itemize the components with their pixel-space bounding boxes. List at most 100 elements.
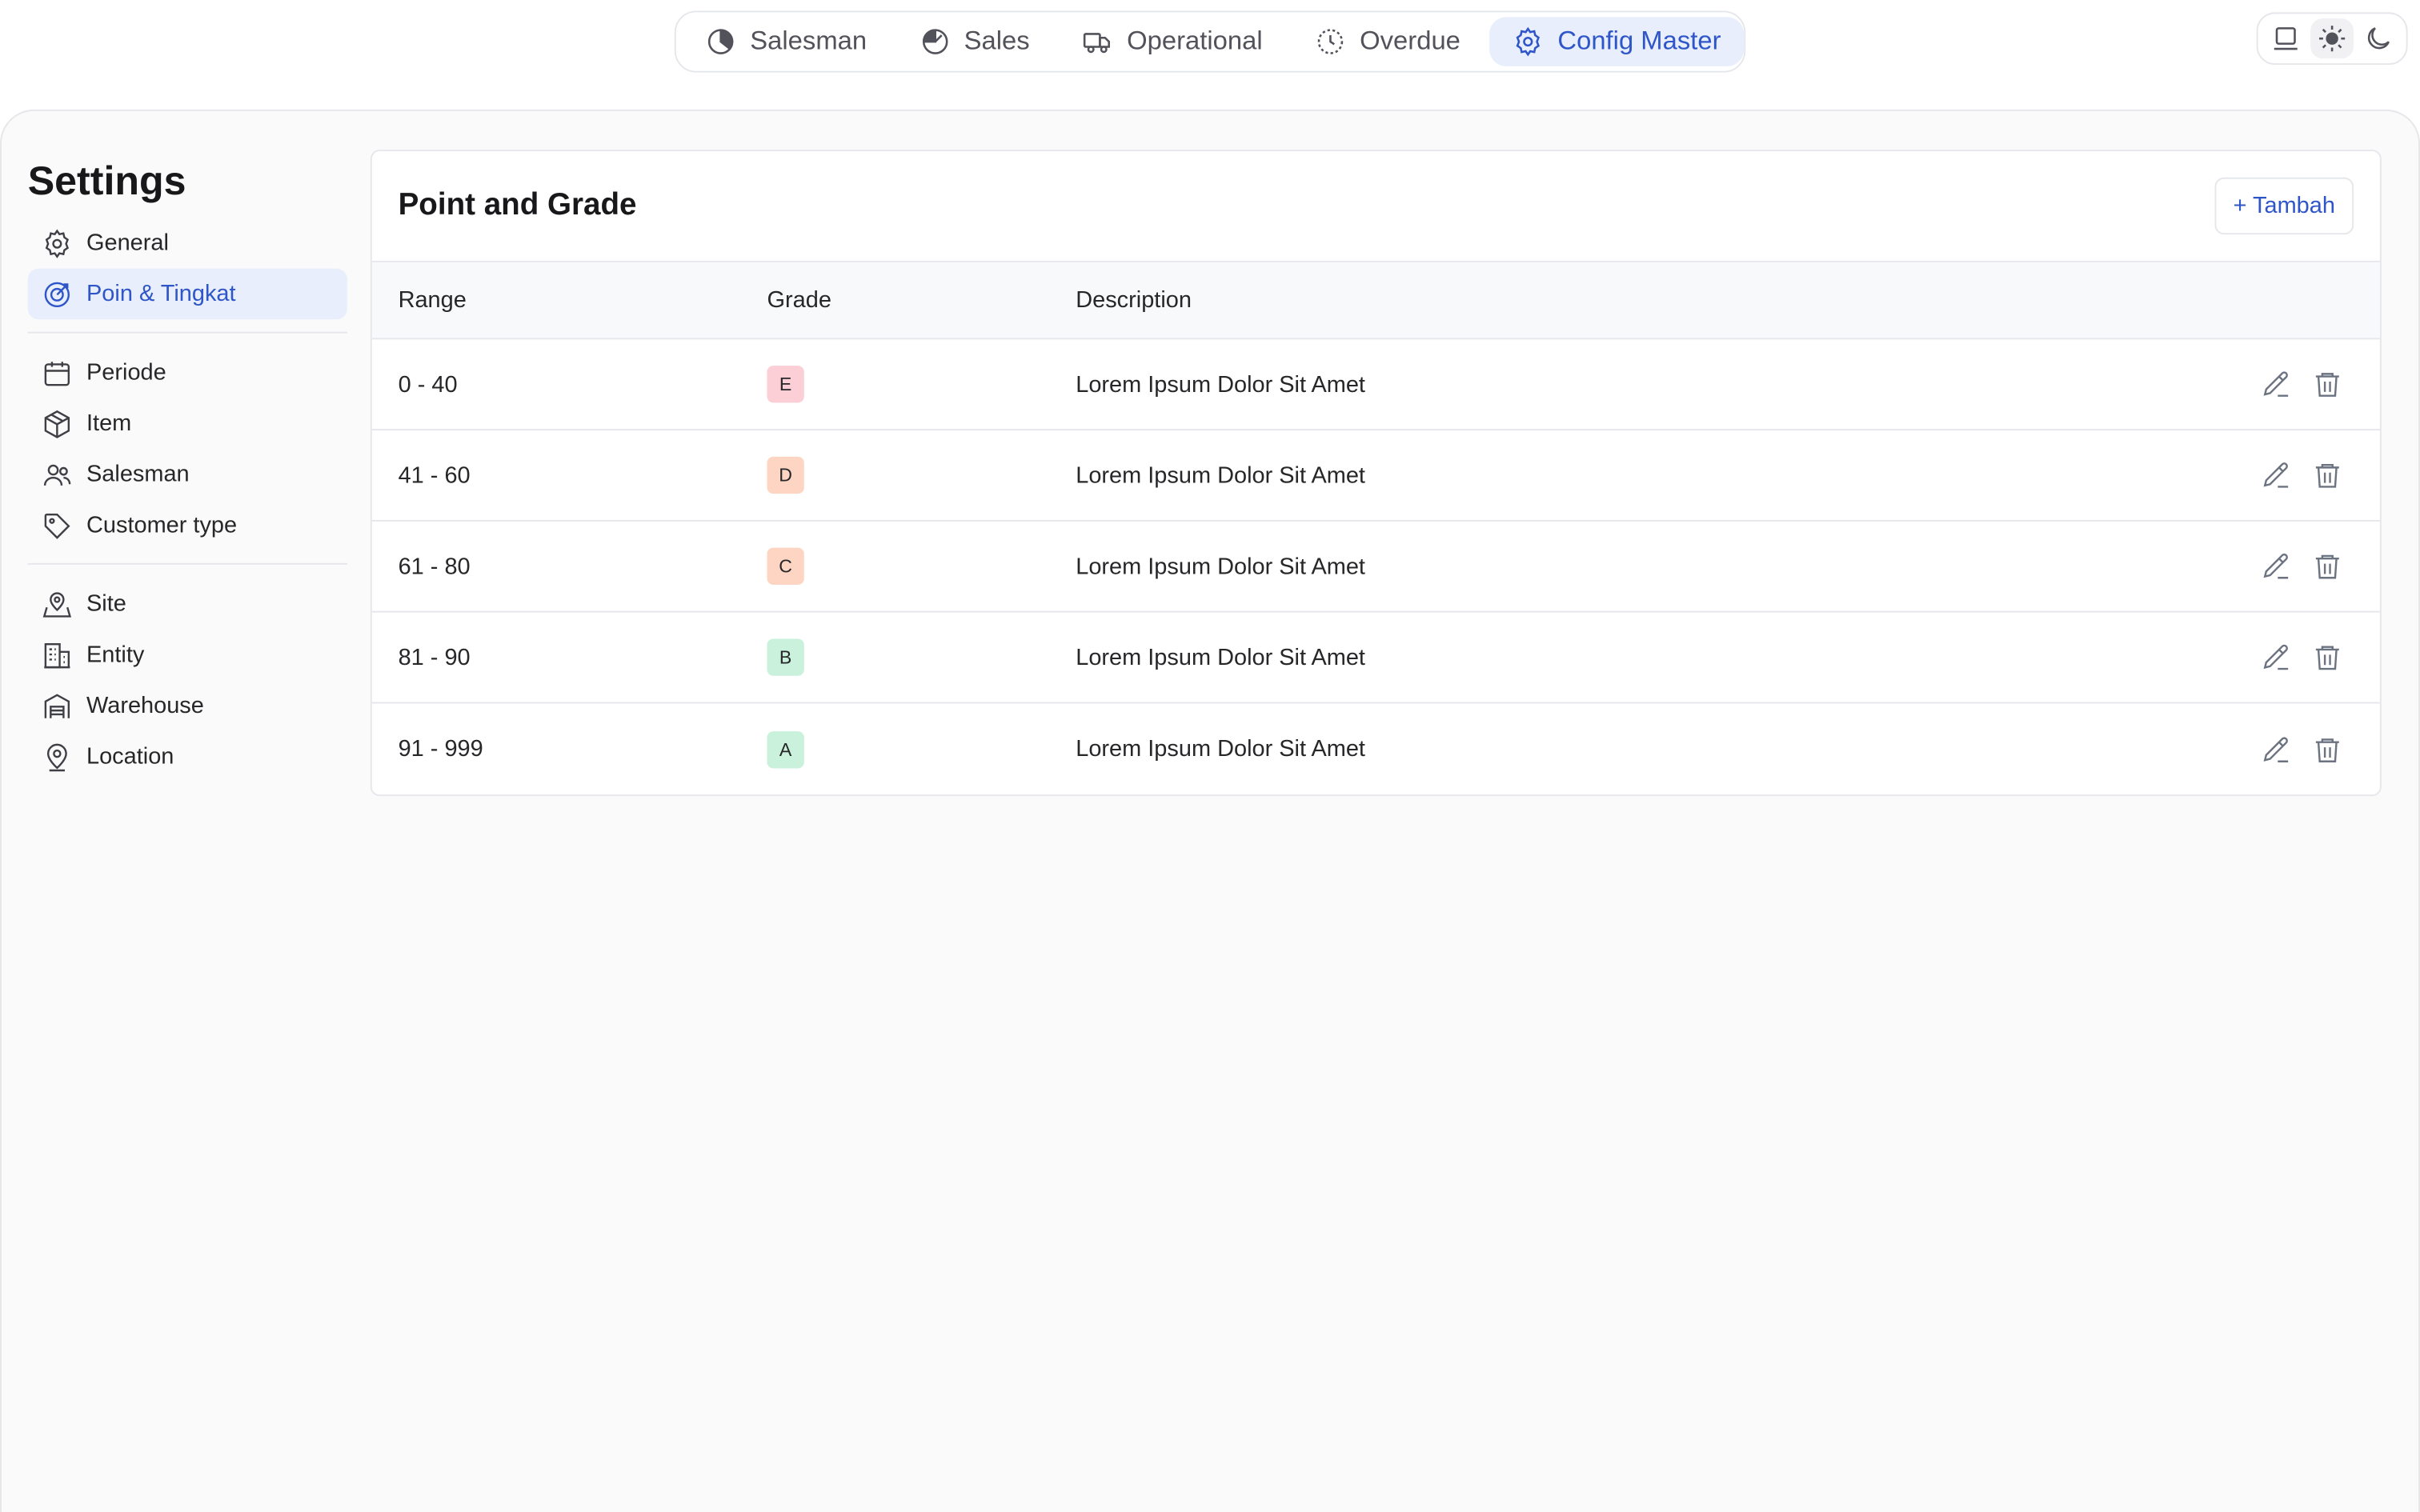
table-header: Range Grade Description <box>371 262 2380 340</box>
nav-tab-config-master[interactable]: Config Master <box>1489 17 1745 66</box>
range-cell: 91 - 999 <box>398 735 483 762</box>
location-icon <box>46 742 67 771</box>
target-icon <box>44 281 70 307</box>
delete-button[interactable] <box>2312 551 2343 582</box>
edit-button[interactable] <box>2261 734 2292 765</box>
row-actions <box>2261 551 2342 582</box>
settings-sidebar: General Poin & Tingkat Periode Item Sale… <box>27 218 347 782</box>
users-icon <box>43 463 71 486</box>
sidebar-item-label: General <box>86 230 169 257</box>
grade-badge: C <box>767 547 804 585</box>
moon-icon <box>2367 27 2390 50</box>
range-cell: 0 - 40 <box>398 370 458 398</box>
sidebar-item-salesman[interactable]: Salesman <box>28 449 347 500</box>
clock-icon <box>1317 29 1344 54</box>
page-title: Settings <box>27 157 186 204</box>
nav-tab-label: Salesman <box>750 26 867 56</box>
grade-badge: B <box>767 638 804 676</box>
sidebar-item-entity[interactable]: Entity <box>28 630 347 681</box>
sidebar-item-site[interactable]: Site <box>28 578 347 630</box>
point-grade-card: Point and Grade + Tambah Range Grade Des… <box>370 150 2382 797</box>
nav-tab-salesman[interactable]: Salesman <box>682 17 890 66</box>
nav-tab-operational[interactable]: Operational <box>1059 17 1285 66</box>
pie-chart-icon <box>707 29 734 54</box>
row-actions <box>2261 460 2342 491</box>
pencil-icon <box>2263 644 2289 670</box>
sidebar-divider <box>27 562 347 565</box>
edit-button[interactable] <box>2261 551 2292 582</box>
card-title: Point and Grade <box>398 188 637 222</box>
sidebar-item-location[interactable]: Location <box>28 731 347 782</box>
row-actions <box>2261 734 2342 765</box>
delete-button[interactable] <box>2312 642 2343 673</box>
edit-button[interactable] <box>2261 369 2292 400</box>
column-header-description: Description <box>1076 286 1192 314</box>
trash-icon <box>2315 646 2339 670</box>
theme-dark-button[interactable] <box>2357 18 2400 58</box>
pencil-icon <box>2263 736 2289 762</box>
nav-tab-label: Config Master <box>1557 26 1721 56</box>
card-header: Point and Grade + Tambah <box>371 151 2380 262</box>
grade-cell: C <box>767 547 804 585</box>
tag-icon <box>44 513 70 538</box>
delete-button[interactable] <box>2312 369 2343 400</box>
range-cell: 81 - 90 <box>398 644 471 670</box>
gauge-icon <box>922 29 948 54</box>
grade-cell: A <box>767 730 804 768</box>
settings-panel: Settings General Poin & Tingkat Periode … <box>0 109 2420 1512</box>
sidebar-item-label: Site <box>86 590 126 618</box>
table-body: 0 - 40 E Lorem Ipsum Dolor Sit Amet 41 -… <box>371 339 2380 794</box>
nav-tab-label: Overdue <box>1360 26 1460 56</box>
table-row: 41 - 60 D Lorem Ipsum Dolor Sit Amet <box>371 430 2380 522</box>
nav-tab-label: Operational <box>1127 26 1263 56</box>
edit-button[interactable] <box>2261 642 2292 673</box>
add-button[interactable]: + Tambah <box>2214 177 2354 235</box>
trash-icon <box>2315 738 2339 762</box>
theme-switcher <box>2256 12 2408 66</box>
trash-icon <box>2315 373 2339 397</box>
grade-badge: A <box>767 730 804 768</box>
map-pin-icon <box>42 591 72 617</box>
sidebar-item-general[interactable]: General <box>28 218 347 269</box>
table-row: 0 - 40 E Lorem Ipsum Dolor Sit Amet <box>371 339 2380 431</box>
sidebar-item-label: Item <box>86 410 132 437</box>
delete-button[interactable] <box>2312 460 2343 491</box>
sidebar-item-label: Warehouse <box>86 692 204 719</box>
description-cell: Lorem Ipsum Dolor Sit Amet <box>1076 735 1365 762</box>
sidebar-item-periode[interactable]: Periode <box>28 347 347 398</box>
sidebar-item-warehouse[interactable]: Warehouse <box>28 681 347 732</box>
sidebar-item-label: Entity <box>86 642 145 669</box>
delete-button[interactable] <box>2312 734 2343 765</box>
top-nav: Salesman Sales Operational Overdue Confi… <box>674 10 1746 73</box>
sidebar-item-customer-type[interactable]: Customer type <box>28 500 347 551</box>
nav-tab-sales[interactable]: Sales <box>896 17 1053 66</box>
grade-cell: B <box>767 638 804 676</box>
box-icon <box>44 409 70 438</box>
range-cell: 41 - 60 <box>398 462 471 489</box>
row-actions <box>2261 642 2342 673</box>
description-cell: Lorem Ipsum Dolor Sit Amet <box>1076 644 1365 670</box>
theme-light-button[interactable] <box>2310 18 2354 59</box>
building-icon <box>44 642 70 668</box>
gear-icon <box>1517 26 1541 57</box>
table-row: 61 - 80 C Lorem Ipsum Dolor Sit Amet <box>371 522 2380 613</box>
sun-icon <box>2319 26 2346 52</box>
grade-cell: E <box>767 366 804 403</box>
sidebar-item-item[interactable]: Item <box>28 398 347 450</box>
pencil-icon <box>2263 553 2289 579</box>
sidebar-item-label: Poin & Tingkat <box>86 281 236 307</box>
column-header-range: Range <box>398 286 467 314</box>
theme-system-button[interactable] <box>2264 18 2307 58</box>
column-header-grade: Grade <box>767 286 831 314</box>
row-actions <box>2261 369 2342 400</box>
nav-tab-overdue[interactable]: Overdue <box>1292 17 1484 66</box>
calendar-icon <box>44 361 70 386</box>
edit-button[interactable] <box>2261 460 2292 491</box>
sidebar-item-poin-tingkat[interactable]: Poin & Tingkat <box>27 268 347 320</box>
sidebar-divider <box>27 331 347 334</box>
app-window: Salesman Sales Operational Overdue Confi… <box>0 0 2420 1512</box>
grade-badge: E <box>767 366 804 403</box>
grade-cell: D <box>767 456 804 494</box>
pencil-icon <box>2263 462 2289 488</box>
table-row: 81 - 90 B Lorem Ipsum Dolor Sit Amet <box>371 613 2380 704</box>
